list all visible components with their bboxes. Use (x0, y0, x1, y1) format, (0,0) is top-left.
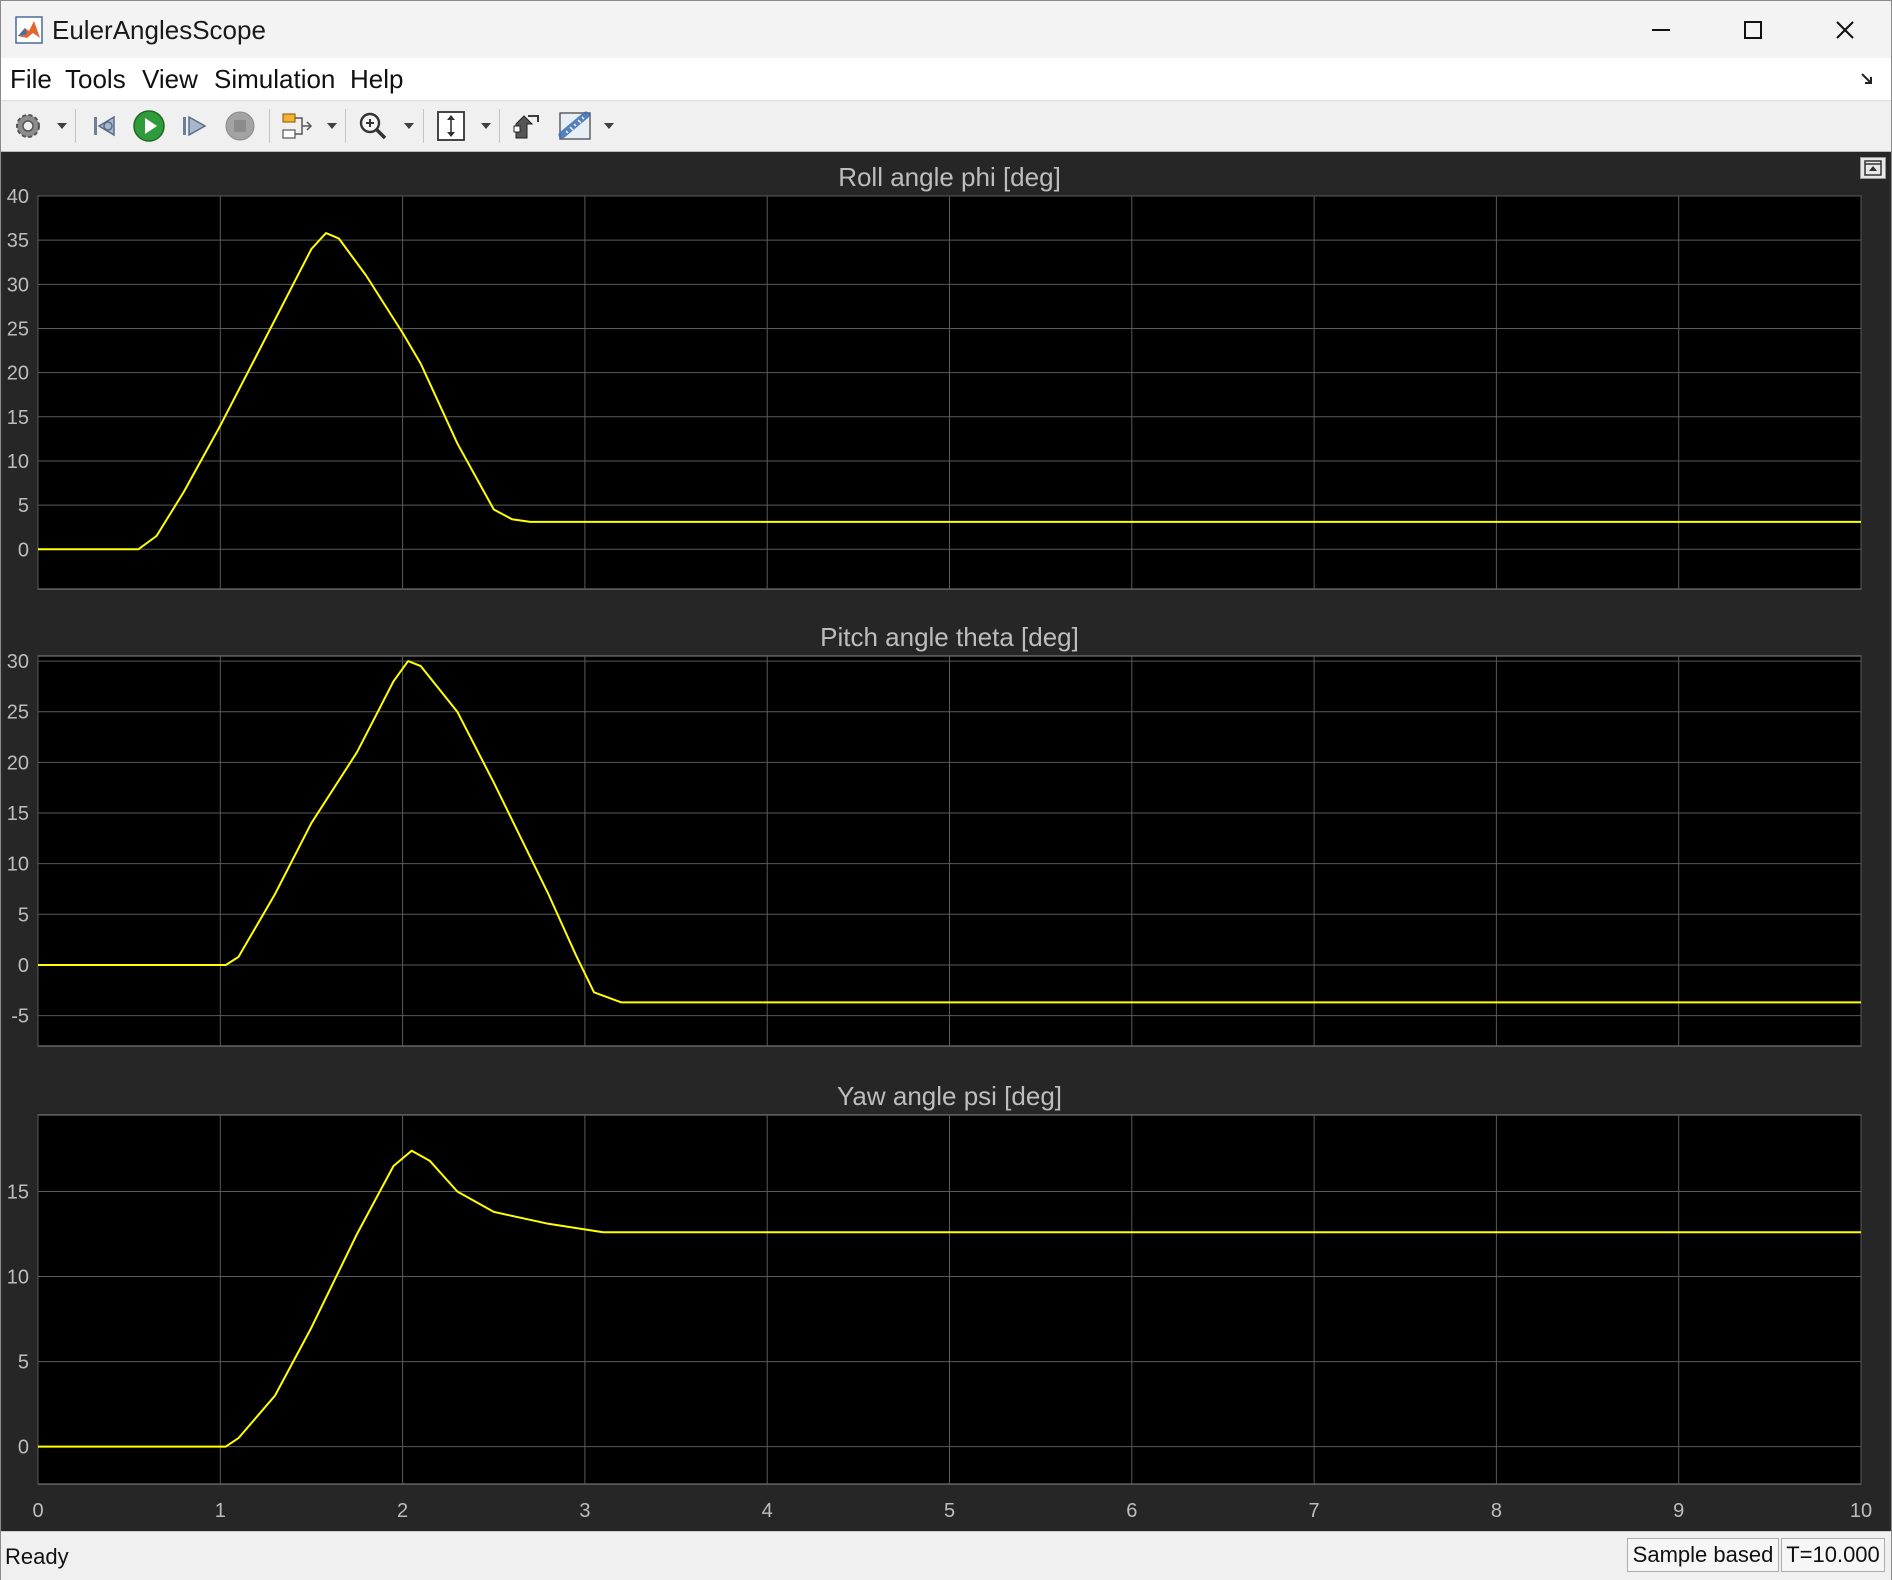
step-forward-icon (183, 115, 207, 137)
y-tick-label: 15 (7, 803, 29, 825)
x-tick-label: 9 (1673, 1500, 1684, 1522)
toolbar-separator (75, 109, 76, 143)
measurements-dropdown-arrow[interactable] (604, 123, 614, 129)
toolbar-separator (499, 109, 500, 143)
x-tick-label: 5 (944, 1500, 955, 1522)
highlight-block-button[interactable] (509, 107, 543, 145)
close-icon (1836, 20, 1854, 39)
y-tick-label: 0 (18, 955, 29, 977)
status-text: Ready (5, 1544, 69, 1569)
toolbar-separator (269, 109, 270, 143)
undock-menu-icon[interactable] (1859, 70, 1877, 88)
y-tick-label: 30 (7, 274, 29, 296)
settings-icon (16, 114, 40, 138)
status-mode-indicator: Sample based (1627, 1538, 1779, 1572)
x-tick-label: 0 (32, 1500, 43, 1522)
scope-axes-2: -5 0 5 10 15 20 25 30 Pitch angle theta [deg] (7, 622, 1862, 1047)
scope-axes-container: 0510152025303540Roll angle phi [deg]-505… (7, 162, 1872, 1522)
menu-file[interactable]: File (10, 64, 52, 95)
toolbar-separator (345, 109, 346, 143)
minimize-icon (1652, 28, 1670, 31)
x-tick-label: 10 (1850, 1500, 1872, 1522)
axes-title: Yaw angle psi [deg] (837, 1081, 1062, 1111)
highlight-block-icon (513, 115, 539, 139)
stop-icon (225, 111, 255, 141)
scope-plot-area: 0 5 10 15 20 25 30 35 40 Roll angle phi [deg] -5 0 5… (3, 152, 1889, 1531)
zoom-button[interactable] (355, 107, 391, 145)
x-tick-label: 2 (397, 1500, 408, 1522)
measurements-button[interactable] (555, 107, 595, 145)
zoom-dropdown-arrow[interactable] (404, 123, 414, 129)
minimize-button[interactable] (1615, 1, 1707, 58)
toolbar-separator (423, 109, 424, 143)
x-tick-label: 6 (1126, 1500, 1137, 1522)
window-title: EulerAnglesScope (52, 15, 266, 45)
scope-axes-1: 0 5 10 15 20 25 30 35 40 Roll angle phi [deg] (7, 162, 1862, 590)
close-button[interactable] (1799, 1, 1891, 58)
title-bar[interactable]: EulerAnglesScope (1, 1, 1891, 58)
menu-help[interactable]: Help (350, 64, 403, 95)
maximize-button[interactable] (1707, 1, 1799, 58)
y-tick-label: 25 (7, 702, 29, 724)
axes-title: Roll angle phi [deg] (838, 162, 1061, 192)
toolbar (1, 101, 1891, 152)
maximize-icon (1744, 20, 1762, 39)
step-back-icon (94, 115, 115, 137)
y-tick-label: 0 (18, 539, 29, 561)
menu-simulation[interactable]: Simulation (214, 64, 335, 95)
x-tick-label: 7 (1309, 1500, 1320, 1522)
y-tick-label: 5 (18, 904, 29, 926)
y-tick-label: 10 (7, 854, 29, 876)
signal-select-icon (282, 113, 313, 139)
run-icon (133, 110, 165, 142)
y-tick-label: 15 (7, 407, 29, 429)
undock-axes-button[interactable] (1860, 157, 1886, 179)
scope-window: EulerAnglesScope File Tools View Simulat… (0, 0, 1892, 1580)
signal-select-button[interactable] (279, 107, 315, 145)
scale-axes-dropdown-arrow[interactable] (481, 123, 491, 129)
step-back-button[interactable] (87, 107, 121, 145)
step-forward-button[interactable] (177, 107, 211, 145)
y-tick-label: 40 (7, 186, 29, 208)
y-tick-label: 30 (7, 651, 29, 673)
y-tick-label: 10 (7, 1267, 29, 1289)
menu-tools[interactable]: Tools (65, 64, 126, 95)
y-tick-label: 0 (18, 1437, 29, 1459)
y-tick-label: 25 (7, 318, 29, 340)
y-tick-label: 20 (7, 363, 29, 385)
stop-button[interactable] (223, 107, 257, 145)
y-tick-label: -5 (11, 1006, 29, 1028)
matlab-logo-icon (15, 16, 43, 44)
x-tick-label: 1 (215, 1500, 226, 1522)
y-tick-label: 10 (7, 451, 29, 473)
status-time-indicator: T=10.000 (1781, 1538, 1885, 1572)
settings-dropdown-arrow[interactable] (57, 123, 67, 129)
axes-title: Pitch angle theta [deg] (820, 622, 1079, 652)
settings-button[interactable] (11, 107, 45, 145)
undock-icon (1864, 160, 1882, 176)
y-tick-label: 35 (7, 230, 29, 252)
status-bar: Ready Sample based T=10.000 (1, 1531, 1891, 1580)
menu-bar: File Tools View Simulation Help (1, 58, 1891, 101)
menu-view[interactable]: View (142, 64, 198, 95)
y-tick-label: 5 (18, 495, 29, 517)
signal-select-dropdown-arrow[interactable] (327, 123, 337, 129)
scope-axes-3: 0 5 10 15 Yaw angle psi [deg] 0 1 2 3 4 5 6 7 8 9 10 (7, 1081, 1872, 1522)
y-tick-label: 20 (7, 752, 29, 774)
scale-axes-icon (437, 111, 465, 141)
x-tick-label: 3 (579, 1500, 590, 1522)
run-button[interactable] (131, 107, 167, 145)
scale-axes-button[interactable] (433, 107, 469, 145)
measurements-icon (558, 111, 591, 140)
x-tick-label: 8 (1491, 1500, 1502, 1522)
y-tick-label: 5 (18, 1352, 29, 1374)
y-tick-label: 15 (7, 1182, 29, 1204)
x-tick-label: 4 (762, 1500, 773, 1522)
zoom-icon (359, 112, 387, 140)
